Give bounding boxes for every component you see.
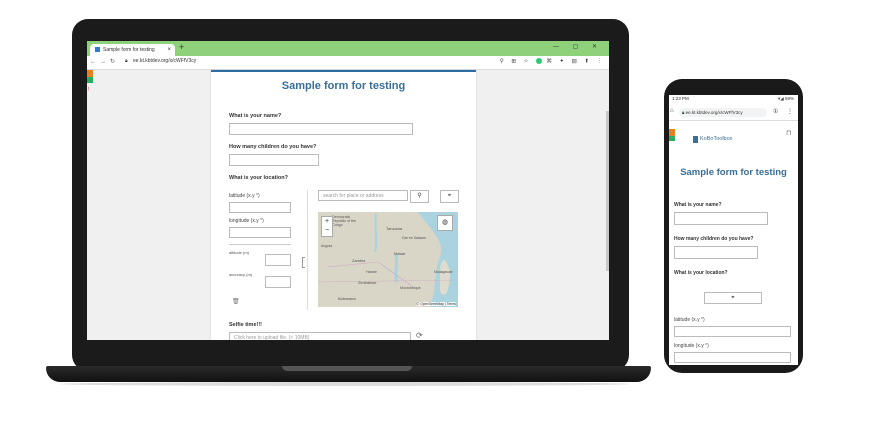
- map-zoom-out-button[interactable]: −: [322, 226, 332, 235]
- tab-title: Sample form for testing: [103, 47, 155, 53]
- phone-url-field[interactable]: 🔒︎ ee.kt.kbtdev.org/x/cWFfV3cy: [679, 108, 767, 117]
- phone-check-icon: [669, 136, 675, 141]
- phone-latitude-input[interactable]: [674, 326, 791, 337]
- latitude-label: latitude (x.y °): [229, 193, 260, 199]
- q-selfie-label: Selfie time!!!: [229, 322, 263, 328]
- altitude-label: altitude (m): [229, 250, 250, 255]
- phone-geolocate-button[interactable]: ⌖: [704, 292, 762, 304]
- laptop-screen: Sample form for testing × + — ▢ ✕ ←→↻ 🔒︎…: [87, 41, 609, 340]
- nav-buttons-icon[interactable]: ←→↻: [90, 58, 119, 65]
- trash-icon[interactable]: 🗑︎: [232, 298, 240, 305]
- crosshair-icon: ⌖: [447, 193, 452, 199]
- search-icon: ⚲: [417, 193, 422, 199]
- altitude-input[interactable]: [265, 254, 291, 266]
- vertical-divider: [307, 190, 308, 310]
- side-indicator-icon: !: [88, 87, 90, 93]
- laptop-notch: [282, 366, 412, 371]
- phone-screen: 1:23 PM ▾◢ 59% ⌂ 🔒︎ ee.kt.kbtdev.org/x/c…: [669, 95, 798, 365]
- phone-status-icons: ▾◢ 59%: [778, 96, 794, 101]
- location-map[interactable]: Democratic Republic of the Congo Tanzani…: [318, 212, 458, 307]
- extension-icons[interactable]: ⚲ ⊞ ☆ ⌘ ✦ ▤ ⬆ ⋮: [500, 58, 605, 64]
- browser-address-bar: ←→↻ 🔒︎ ee.kt.kbtdev.org/x/cWFfV3cy ⚲ ⊞ ☆…: [87, 56, 609, 70]
- map-label: Zambia: [352, 258, 366, 263]
- map-label: Democratic Republic of the Congo: [332, 215, 356, 227]
- geolocate-button[interactable]: ⌖: [440, 190, 459, 203]
- map-label: Zimbabwe: [358, 280, 377, 285]
- longitude-label: longitude (x.y °): [229, 218, 264, 224]
- accuracy-label: accuracy (m): [229, 272, 253, 277]
- q-name-label: What is your name?: [229, 113, 282, 119]
- divider: [229, 244, 291, 245]
- phone-lock-icon: 🔒︎: [682, 110, 685, 115]
- q-children-label: How many children do you have?: [229, 144, 317, 150]
- map-label: Tanzania: [386, 226, 403, 231]
- phone-children-input[interactable]: [674, 246, 758, 259]
- bracket-icon: [302, 257, 305, 268]
- map-label: Madagascar: [434, 270, 453, 274]
- phone-status-time: 1:23 PM: [672, 96, 689, 101]
- children-input[interactable]: [229, 154, 319, 166]
- window-controls[interactable]: — ▢ ✕: [553, 43, 603, 50]
- phone-name-input[interactable]: [674, 212, 768, 225]
- form-card: Sample form for testing What is your nam…: [211, 70, 476, 340]
- map-label: Malawi: [394, 252, 406, 256]
- kobo-logo-text: KoBoToolbox: [700, 136, 733, 142]
- phone-longitude-input[interactable]: [674, 352, 791, 363]
- lock-icon: 🔒︎: [125, 58, 128, 64]
- page-scrollbar[interactable]: [606, 111, 609, 271]
- phone-form-title: Sample form for testing: [680, 167, 787, 178]
- phone-address-bar: ⌂ 🔒︎ ee.kt.kbtdev.org/x/cWFfV3cy ① ⋮: [669, 105, 798, 121]
- bookmark-icon[interactable]: ⊓: [786, 129, 791, 137]
- browser-tab-bar: Sample form for testing × + — ▢ ✕: [87, 41, 609, 56]
- kobo-logo-icon: [693, 136, 698, 143]
- q-location-label: What is your location?: [229, 175, 288, 181]
- phone-crosshair-icon: ⌖: [731, 295, 735, 301]
- file-upload-input[interactable]: Click here to upload file. (< 10MB): [229, 332, 411, 340]
- laptop-shadow: [60, 382, 630, 386]
- map-attribution[interactable]: © OpenStreetMap | Terms: [416, 302, 456, 306]
- phone-url-text: ee.kt.kbtdev.org/x/cWFfV3cy: [685, 110, 743, 115]
- phone-latitude-label: latitude (x.y °): [674, 317, 705, 323]
- map-zoom-in-button[interactable]: +: [322, 217, 332, 226]
- map-label: Dar es Salaam: [402, 236, 426, 240]
- check-icon: [87, 77, 93, 83]
- phone-q-name-label: What is your name?: [674, 202, 722, 208]
- refresh-icon[interactable]: ⟳: [416, 331, 423, 340]
- menu-icon[interactable]: ⋮: [787, 108, 793, 115]
- map-layers-button[interactable]: ◍: [437, 215, 453, 231]
- phone-q-location-label: What is your location?: [674, 270, 728, 276]
- new-tab-button[interactable]: +: [179, 42, 184, 52]
- phone-longitude-label: longitude (x.y °): [674, 343, 709, 349]
- accuracy-input[interactable]: [265, 276, 291, 288]
- name-input[interactable]: [229, 123, 413, 135]
- map-label: Harare: [366, 270, 377, 274]
- form-title: Sample form for testing: [281, 80, 406, 92]
- map-search-input[interactable]: search for place or address: [318, 190, 408, 201]
- tab-favicon-icon: [95, 47, 100, 53]
- longitude-input[interactable]: [229, 227, 291, 238]
- browser-tab[interactable]: Sample form for testing ×: [90, 44, 175, 56]
- home-icon[interactable]: ⌂: [670, 108, 674, 114]
- map-label: Angola: [321, 244, 333, 248]
- tab-close-icon[interactable]: ×: [167, 44, 171, 56]
- tabs-count-icon[interactable]: ①: [773, 108, 778, 115]
- latitude-input[interactable]: [229, 202, 291, 213]
- globe-icon: ◍: [441, 219, 449, 226]
- extension-green-icon[interactable]: [535, 58, 542, 64]
- phone-q-children-label: How many children do you have?: [674, 236, 754, 242]
- url-field[interactable]: ee.kt.kbtdev.org/x/cWFfV3cy: [133, 58, 196, 64]
- map-search-button[interactable]: ⚲: [410, 190, 429, 203]
- map-label: Mozambique: [400, 286, 421, 290]
- map-label: Botswana: [338, 296, 356, 301]
